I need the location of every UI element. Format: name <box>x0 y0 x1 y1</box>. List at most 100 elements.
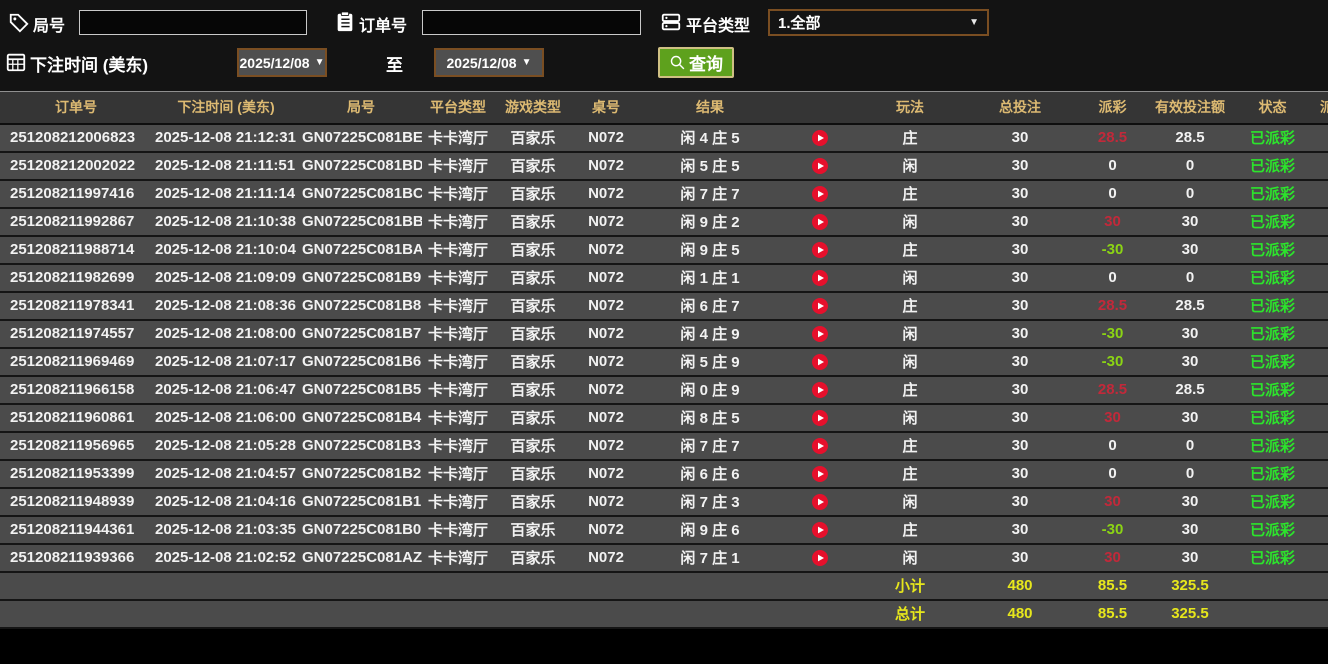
replay-cell <box>780 515 860 545</box>
game-type-cell: 百家乐 <box>494 263 572 293</box>
payout-cell: 0 <box>1080 459 1145 489</box>
play-icon[interactable] <box>812 214 828 231</box>
platform-type-value: 1.全部 <box>778 15 821 32</box>
clipped-cell <box>1310 403 1328 433</box>
bet-time-cell: 2025-12-08 21:08:00 <box>152 319 300 349</box>
bet-time-label: 下注时间 (美东) <box>30 56 149 75</box>
play-icon[interactable] <box>812 494 828 511</box>
valid-bet-cell: 28.5 <box>1145 375 1235 405</box>
play-icon[interactable] <box>812 354 828 371</box>
filter-bar: 局号 订单号 平台类型 1.全部 ▼ 下注时间 (美东) 2025/12/08 … <box>0 0 1328 91</box>
platform-cell: 卡卡湾厅 <box>422 235 494 265</box>
status-cell: 已派彩 <box>1235 347 1310 377</box>
game-type-cell: 百家乐 <box>494 347 572 377</box>
order-id-cell: 251208211939366 <box>0 543 152 573</box>
replay-cell <box>780 487 860 517</box>
bet-time-cell: 2025-12-08 21:03:35 <box>152 515 300 545</box>
query-button-label: 查询 <box>689 55 723 74</box>
total-bet-cell: 30 <box>960 347 1080 377</box>
platform-type-select[interactable]: 1.全部 ▼ <box>768 9 989 36</box>
result-cell: 闲 4 庄 9 <box>640 319 780 349</box>
status-cell: 已派彩 <box>1235 515 1310 545</box>
col-clipped: 派 <box>1310 91 1328 125</box>
play-icon[interactable] <box>812 522 828 539</box>
game-type-cell: 百家乐 <box>494 319 572 349</box>
replay-cell <box>780 319 860 349</box>
clipped-cell <box>1310 487 1328 517</box>
bet-time-cell: 2025-12-08 21:08:36 <box>152 291 300 321</box>
game-no-label: 局号 <box>33 18 66 35</box>
subtotal-total-bet: 480 <box>960 571 1080 601</box>
bet-time-cell: 2025-12-08 21:11:51 <box>152 151 300 181</box>
play-icon[interactable] <box>812 438 828 455</box>
query-button[interactable]: 查询 <box>658 47 734 78</box>
table-row: 251208211997416 2025-12-08 21:11:14 GN07… <box>0 179 1328 209</box>
game-no-cell: GN07225C081B1 <box>300 487 422 517</box>
table-row: 251208211974557 2025-12-08 21:08:00 GN07… <box>0 319 1328 349</box>
status-cell: 已派彩 <box>1235 431 1310 461</box>
col-bet-time: 下注时间 (美东) <box>152 91 300 125</box>
play-type-cell: 闲 <box>860 347 960 377</box>
table-no-cell: N072 <box>572 375 640 405</box>
platform-type-label: 平台类型 <box>686 18 751 35</box>
valid-bet-cell: 30 <box>1145 347 1235 377</box>
status-cell: 已派彩 <box>1235 459 1310 489</box>
game-no-cell: GN07225C081B7 <box>300 319 422 349</box>
date-from-picker[interactable]: 2025/12/08 ▼ <box>237 48 327 77</box>
play-icon[interactable] <box>812 242 828 259</box>
result-cell: 闲 6 庄 7 <box>640 291 780 321</box>
play-type-cell: 闲 <box>860 263 960 293</box>
result-cell: 闲 5 庄 9 <box>640 347 780 377</box>
order-id-cell: 251208211992867 <box>0 207 152 237</box>
total-bet-cell: 30 <box>960 431 1080 461</box>
order-no-input[interactable] <box>422 10 641 35</box>
result-cell: 闲 7 庄 1 <box>640 543 780 573</box>
play-type-cell: 闲 <box>860 487 960 517</box>
game-type-cell: 百家乐 <box>494 487 572 517</box>
replay-cell <box>780 123 860 153</box>
table-row: 251208211992867 2025-12-08 21:10:38 GN07… <box>0 207 1328 237</box>
replay-cell <box>780 235 860 265</box>
play-icon[interactable] <box>812 186 828 203</box>
order-id-cell: 251208211988714 <box>0 235 152 265</box>
play-type-cell: 庄 <box>860 179 960 209</box>
play-icon[interactable] <box>812 130 828 147</box>
game-no-input[interactable] <box>79 10 307 35</box>
bet-time-cell: 2025-12-08 21:04:16 <box>152 487 300 517</box>
game-type-cell: 百家乐 <box>494 543 572 573</box>
total-bet-cell: 30 <box>960 515 1080 545</box>
play-icon[interactable] <box>812 158 828 175</box>
platform-cell: 卡卡湾厅 <box>422 151 494 181</box>
bet-time-cell: 2025-12-08 21:12:31 <box>152 123 300 153</box>
table-no-cell: N072 <box>572 123 640 153</box>
play-icon[interactable] <box>812 270 828 287</box>
platform-cell: 卡卡湾厅 <box>422 375 494 405</box>
platform-cell: 卡卡湾厅 <box>422 487 494 517</box>
play-icon[interactable] <box>812 298 828 315</box>
server-icon <box>661 13 681 31</box>
play-icon[interactable] <box>812 382 828 399</box>
game-type-cell: 百家乐 <box>494 235 572 265</box>
game-no-cell: GN07225C081BE <box>300 123 422 153</box>
order-id-cell: 251208211974557 <box>0 319 152 349</box>
play-icon[interactable] <box>812 466 828 483</box>
status-cell: 已派彩 <box>1235 151 1310 181</box>
subtotal-valid-bet: 325.5 <box>1145 571 1235 601</box>
play-icon[interactable] <box>812 410 828 427</box>
game-no-cell: GN07225C081B4 <box>300 403 422 433</box>
table-no-cell: N072 <box>572 235 640 265</box>
platform-cell: 卡卡湾厅 <box>422 207 494 237</box>
date-to-picker[interactable]: 2025/12/08 ▼ <box>434 48 544 77</box>
replay-cell <box>780 207 860 237</box>
platform-cell: 卡卡湾厅 <box>422 123 494 153</box>
play-icon[interactable] <box>812 326 828 343</box>
play-type-cell: 闲 <box>860 207 960 237</box>
status-cell: 已派彩 <box>1235 375 1310 405</box>
table-no-cell: N072 <box>572 207 640 237</box>
col-valid-bet: 有效投注额 <box>1145 91 1235 125</box>
status-cell: 已派彩 <box>1235 179 1310 209</box>
col-platform-type: 平台类型 <box>422 91 494 125</box>
play-icon[interactable] <box>812 550 828 567</box>
payout-cell: -30 <box>1080 235 1145 265</box>
table-no-cell: N072 <box>572 151 640 181</box>
